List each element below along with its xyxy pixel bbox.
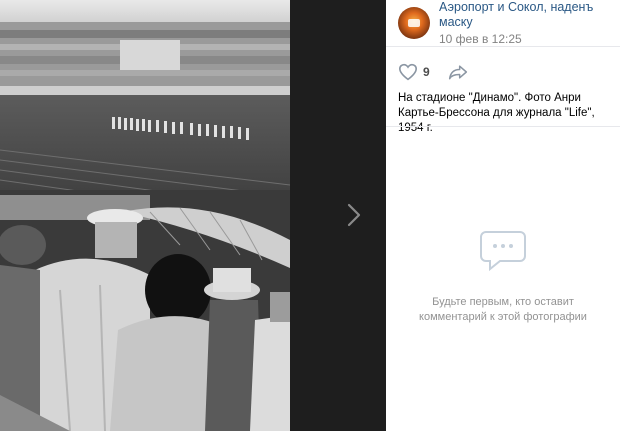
like-button[interactable]: 9	[398, 63, 430, 81]
photo-caption: На стадионе "Динамо". Фото Анри Картье-Б…	[398, 92, 595, 134]
group-name-link[interactable]: Аэропорт и Сокол, наденъ маску	[439, 0, 620, 30]
photo[interactable]	[0, 0, 290, 431]
share-button[interactable]	[448, 64, 468, 80]
photo-sidebar: Аэропорт и Сокол, наденъ маску 10 фев в …	[386, 0, 620, 431]
post-date[interactable]: 10 фев в 12:25	[439, 32, 620, 47]
next-photo-button[interactable]	[340, 200, 368, 230]
photo-viewer	[0, 0, 386, 431]
post-header: Аэропорт и Сокол, наденъ маску 10 фев в …	[386, 0, 620, 47]
empty-comments-text: Будьте первым, кто оставит комментарий к…	[386, 295, 620, 325]
chevron-right-icon	[347, 203, 361, 227]
group-avatar[interactable]	[398, 7, 430, 39]
speech-bubble-icon	[480, 231, 526, 272]
divider	[386, 126, 620, 127]
empty-comments-line-1: Будьте первым, кто оставит	[432, 296, 574, 308]
post-actions: 9	[386, 53, 620, 91]
post-meta: Аэропорт и Сокол, наденъ маску 10 фев в …	[439, 0, 620, 47]
like-count: 9	[423, 65, 430, 79]
stadium-photo-image	[0, 0, 290, 431]
comments-empty-state: Будьте первым, кто оставит комментарий к…	[386, 228, 620, 325]
empty-comments-line-2: комментарий к этой фотографии	[419, 311, 587, 323]
share-arrow-icon	[448, 65, 467, 80]
heart-icon	[398, 63, 418, 81]
